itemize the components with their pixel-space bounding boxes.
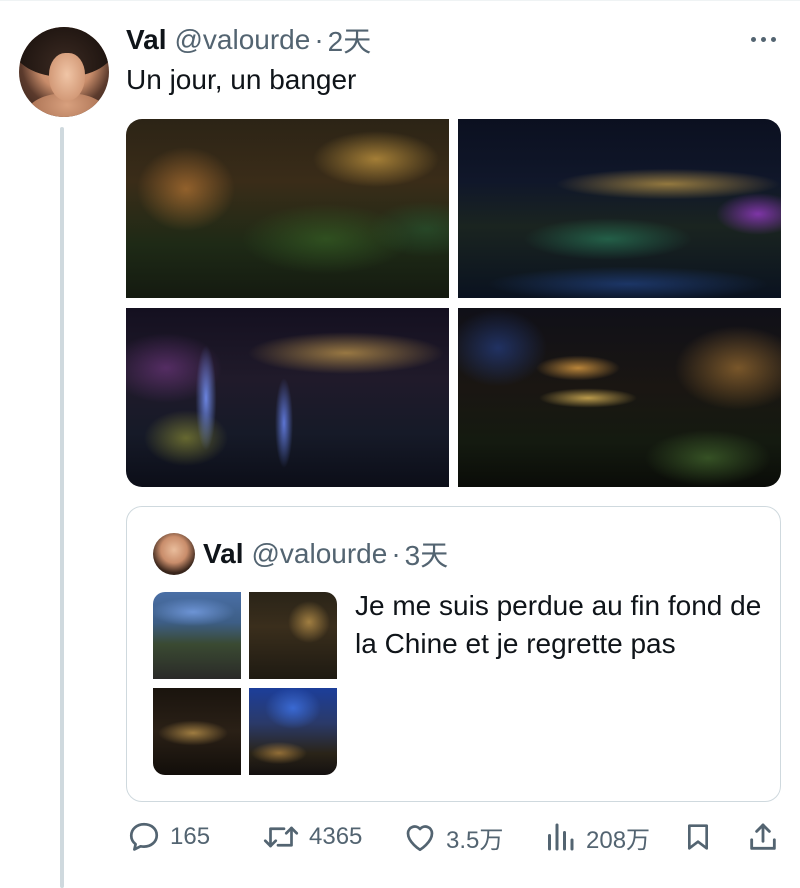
photo-2[interactable] <box>458 119 781 298</box>
quoted-photo-3 <box>153 688 241 775</box>
quoted-author-name: Val <box>203 538 244 569</box>
share-button[interactable] <box>746 815 780 859</box>
photo-1[interactable] <box>126 119 449 298</box>
more-options-icon[interactable] <box>745 27 781 51</box>
retweet-count: 4365 <box>309 823 363 850</box>
quoted-separator-dot: · <box>391 538 401 569</box>
reply-button[interactable]: 165 <box>126 815 210 859</box>
like-icon <box>406 825 434 852</box>
photo-4[interactable] <box>458 308 781 487</box>
quoted-photo-4 <box>249 688 337 775</box>
bookmark-icon <box>688 824 708 850</box>
retweet-button[interactable]: 4365 <box>261 815 362 859</box>
bookmark-button[interactable] <box>682 815 714 859</box>
quoted-timestamp: 3天 <box>404 540 449 571</box>
quoted-photo-grid <box>153 592 337 775</box>
like-count: 3.5万 <box>446 826 504 854</box>
quoted-tweet-card[interactable]: Val @valourde · 3天 Je me suis perdue au … <box>126 506 781 802</box>
photo-3[interactable] <box>126 308 449 487</box>
quoted-photo-2 <box>249 592 337 679</box>
views-count: 208万 <box>586 826 651 854</box>
action-bar: 165 4365 3.5万 208万 <box>126 815 781 859</box>
tweet-text: Un jour, un banger <box>126 64 357 95</box>
avatar[interactable] <box>19 27 109 117</box>
views-button[interactable]: 208万 <box>542 815 650 859</box>
views-icon <box>548 823 574 851</box>
quoted-photo-1 <box>153 592 241 679</box>
author-handle[interactable]: @valourde <box>174 24 310 56</box>
quoted-avatar <box>153 533 195 575</box>
reply-count: 165 <box>170 823 211 850</box>
quoted-tweet-text: Je me suis perdue au fin fond de la Chin… <box>355 590 762 659</box>
separator-dot: · <box>314 24 324 55</box>
tweet-header: Val @valourde · 2天 <box>126 22 371 58</box>
reply-icon <box>129 822 159 851</box>
photo-grid <box>126 119 781 487</box>
timestamp[interactable]: 2天 <box>328 20 372 60</box>
like-button[interactable]: 3.5万 <box>402 815 503 859</box>
top-divider <box>0 0 800 1</box>
thread-connector-line <box>60 127 64 888</box>
quoted-tweet-header: Val @valourde · 3天 <box>203 537 448 571</box>
quoted-author-handle: @valourde <box>251 538 388 569</box>
share-icon <box>750 823 776 850</box>
author-name[interactable]: Val <box>126 24 166 56</box>
retweet-icon <box>263 826 299 848</box>
